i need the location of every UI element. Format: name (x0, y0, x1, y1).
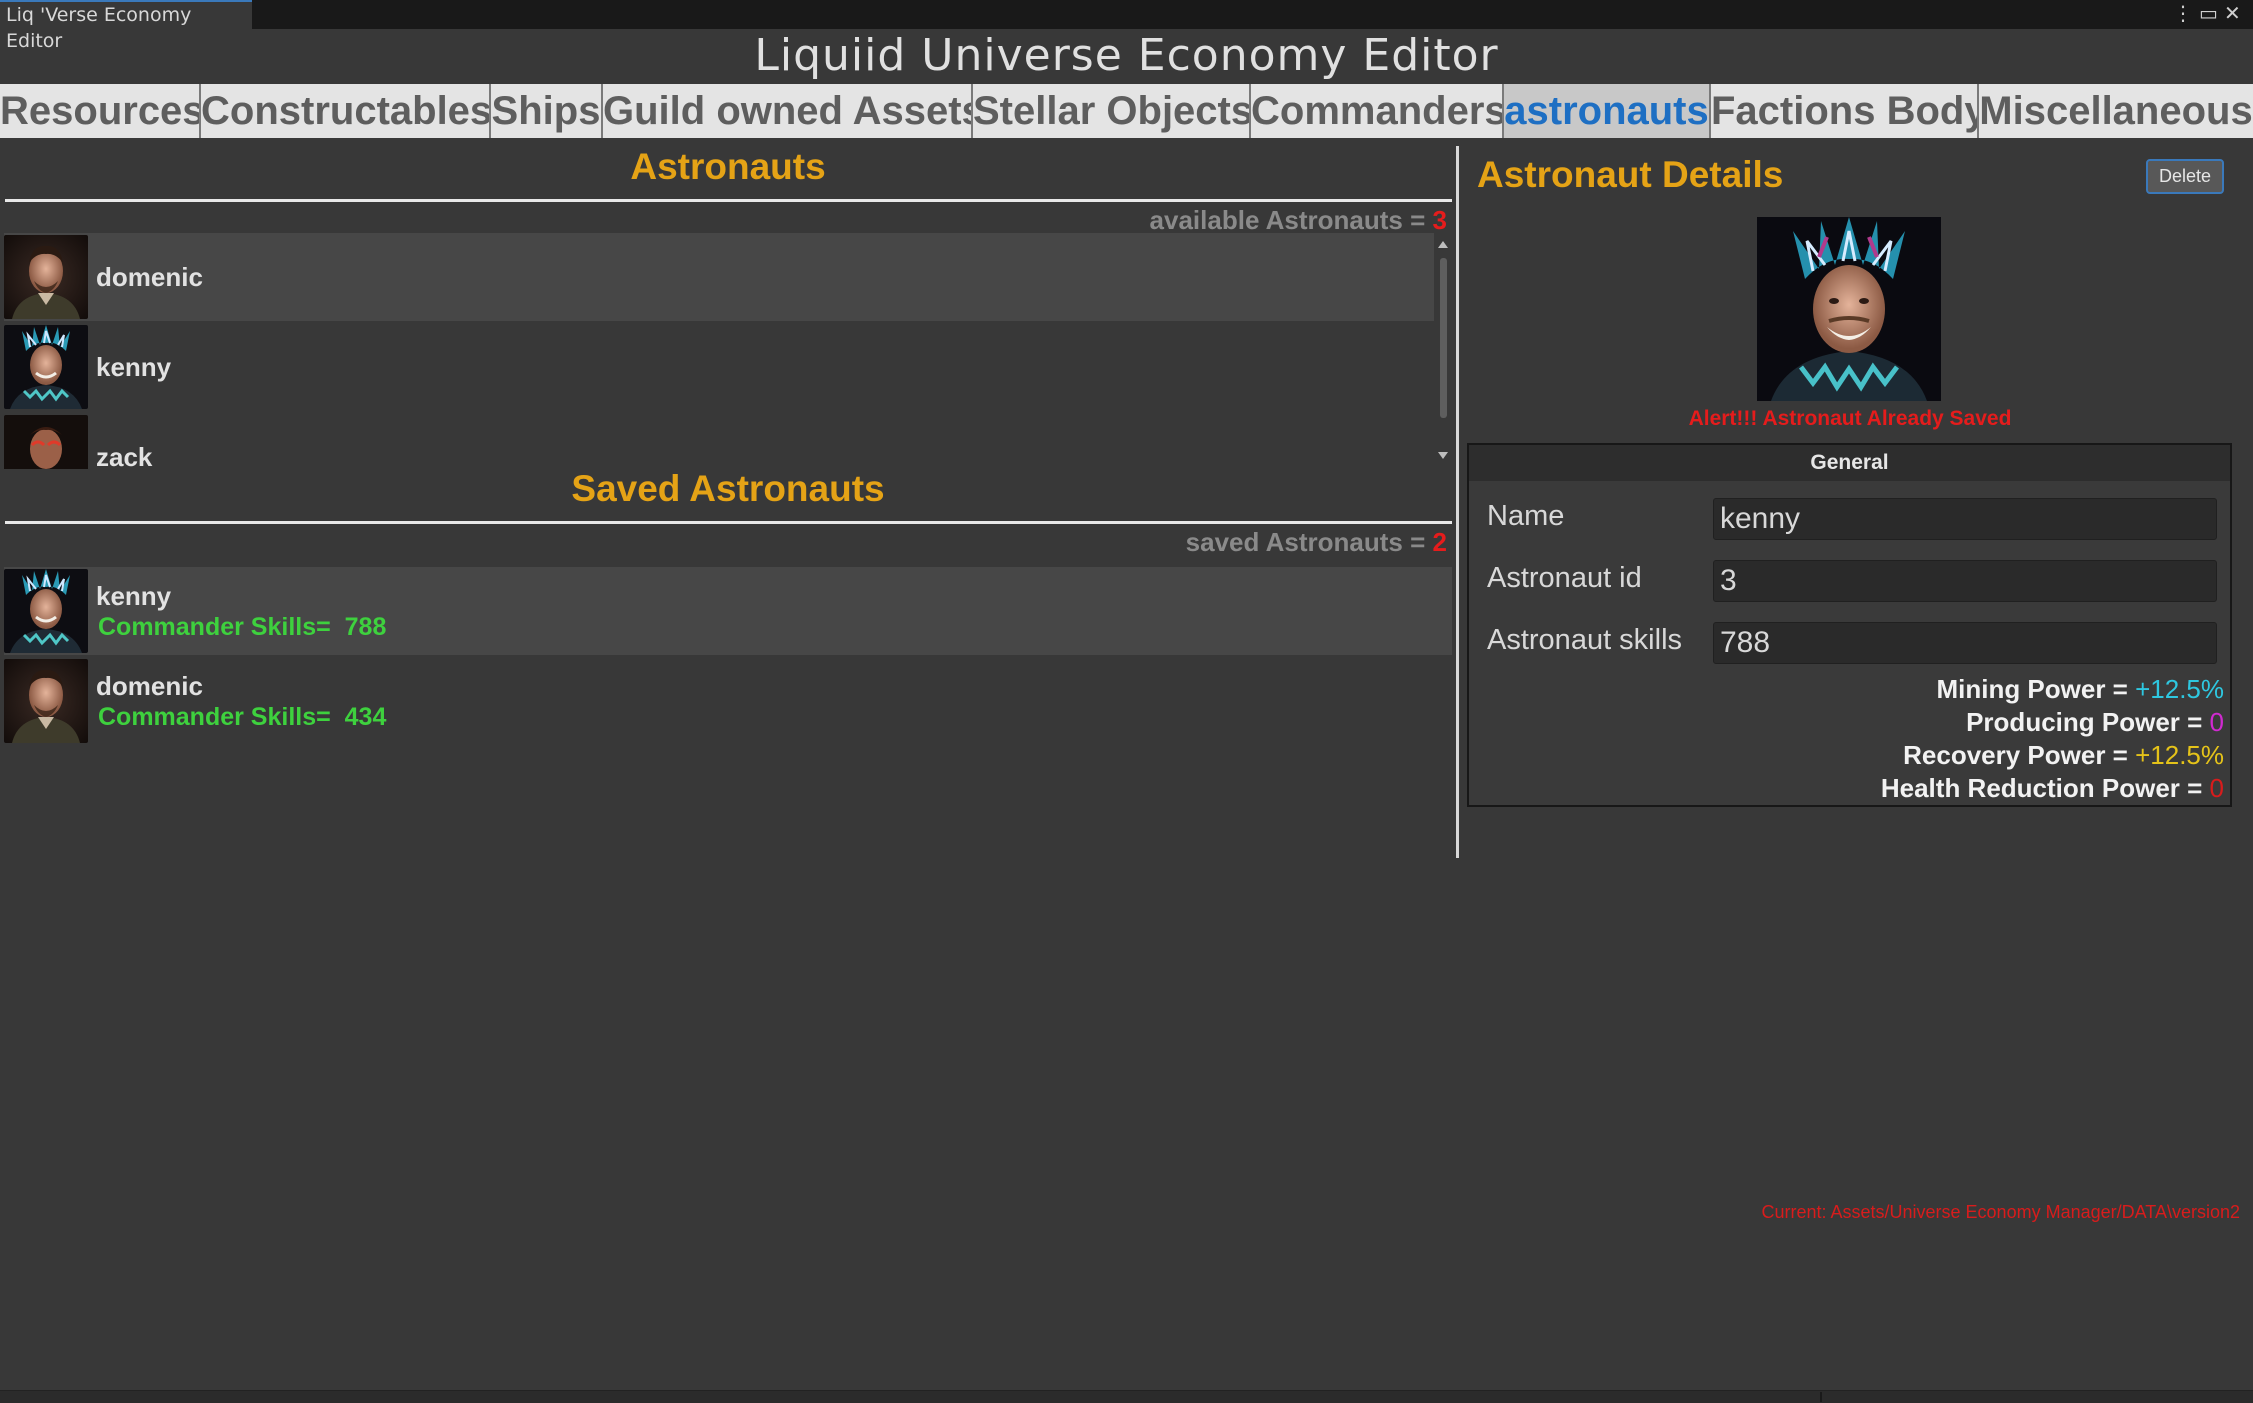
name-field[interactable]: kenny (1713, 498, 2217, 540)
saved-count-label: saved Astronauts = (1185, 527, 1433, 557)
commander-skills-label: Commander Skills= (98, 703, 331, 731)
app-title: Liquiid Universe Economy Editor (754, 30, 1499, 81)
producing-power-value: 0 (2209, 707, 2224, 737)
astronaut-name: kenny (96, 352, 172, 382)
commander-skills-value: 434 (344, 703, 387, 731)
commander-skills: Commander Skills= 434 (98, 703, 386, 732)
tab-stellar-objects[interactable]: Stellar Objects (973, 84, 1251, 138)
astronaut-id-label: Astronaut id (1487, 562, 1642, 594)
saved-astronaut-name: kenny (96, 581, 172, 611)
astronaut-skills-field[interactable]: 788 (1713, 622, 2217, 664)
mining-power-label: Mining Power = (1936, 674, 2136, 704)
tab-miscellaneous[interactable]: Miscellaneous (1979, 84, 2253, 138)
tab-resources[interactable]: Resources (0, 84, 201, 138)
commander-skills-value: 788 (344, 613, 387, 641)
available-count-label: available Astronauts = (1149, 205, 1433, 235)
avatar (4, 415, 88, 469)
general-section: General Name kenny Astronaut id 3 Astron… (1467, 443, 2232, 807)
tab-factions-body[interactable]: Factions Body (1711, 84, 1979, 138)
mining-power-value: +12.5% (2135, 674, 2224, 704)
tab-constructables[interactable]: Constructables (201, 84, 491, 138)
window-tab[interactable]: Liq 'Verse Economy Editor (0, 0, 252, 52)
avatar (4, 235, 88, 319)
producing-power: Producing Power = 0 (1966, 707, 2224, 738)
recovery-power: Recovery Power = +12.5% (1903, 740, 2224, 771)
list-item[interactable]: zack (4, 413, 1434, 469)
astronauts-heading: Astronauts (630, 146, 826, 187)
tab-ships[interactable]: Ships (491, 84, 603, 138)
astronaut-skills-label: Astronaut skills (1487, 624, 1683, 656)
available-count: available Astronauts = 3 (1150, 205, 1447, 236)
close-icon[interactable]: ✕ (2224, 0, 2241, 29)
saved-count-value: 2 (1432, 527, 1447, 557)
health-reduction-power-value: 0 (2209, 773, 2224, 803)
tab-guild-owned-assets[interactable]: Guild owned Assets (603, 84, 973, 138)
saved-count: saved Astronauts = 2 (1186, 527, 1447, 558)
alert-already-saved: Alert!!! Astronaut Already Saved (1688, 407, 2012, 430)
status-bar-divider (1820, 1392, 1822, 1402)
avatar (4, 325, 88, 409)
astronaut-id-field[interactable]: 3 (1713, 560, 2217, 602)
avatar (4, 659, 88, 743)
current-data-path: Current: Assets/Universe Economy Manager… (1761, 1202, 2240, 1222)
list-item[interactable]: domenic (4, 233, 1434, 321)
name-label: Name (1487, 500, 1565, 532)
astronaut-name: domenic (96, 262, 203, 292)
saved-list-item[interactable]: kenny Commander Skills= 788 (4, 567, 1452, 655)
saved-astronauts-divider (5, 521, 1452, 524)
commander-skills-label: Commander Skills= (98, 613, 331, 641)
astronauts-divider (5, 199, 1452, 202)
astronaut-name: zack (96, 442, 153, 469)
mining-power: Mining Power = +12.5% (1936, 674, 2224, 705)
status-bar (0, 1390, 2253, 1403)
health-reduction-power-label: Health Reduction Power = (1880, 773, 2210, 803)
producing-power-label: Producing Power = (1966, 707, 2210, 737)
window-menu-icon[interactable]: ⋮ (2173, 0, 2193, 29)
commander-skills: Commander Skills= 788 (98, 613, 386, 642)
details-title: Astronaut Details (1477, 154, 1784, 195)
saved-astronauts-heading: Saved Astronauts (571, 468, 885, 509)
list-item[interactable]: kenny (4, 323, 1434, 411)
maximize-icon[interactable]: ▭ (2199, 0, 2218, 29)
health-reduction-power: Health Reduction Power = 0 (1881, 773, 2224, 804)
astronaut-portrait (1757, 217, 1941, 401)
astronaut-list-scrollbar[interactable] (1434, 234, 1452, 466)
tab-commanders[interactable]: Commanders (1251, 84, 1504, 138)
delete-button[interactable]: Delete (2146, 159, 2224, 194)
toolbar-tabs: Resources Constructables Ships Guild own… (0, 84, 2253, 138)
window-tab-bar: Liq 'Verse Economy Editor ⋮ ▭ ✕ (0, 0, 2253, 52)
tab-astronauts[interactable]: astronauts (1504, 84, 1711, 138)
general-section-header[interactable]: General (1469, 445, 2230, 481)
saved-astronaut-name: domenic (96, 671, 203, 701)
avatar (4, 569, 88, 653)
saved-list-item[interactable]: domenic Commander Skills= 434 (4, 657, 1452, 745)
recovery-power-label: Recovery Power = (1903, 740, 2136, 770)
recovery-power-value: +12.5% (2135, 740, 2224, 770)
available-count-value: 3 (1432, 205, 1447, 235)
panel-splitter[interactable] (1456, 146, 1459, 858)
